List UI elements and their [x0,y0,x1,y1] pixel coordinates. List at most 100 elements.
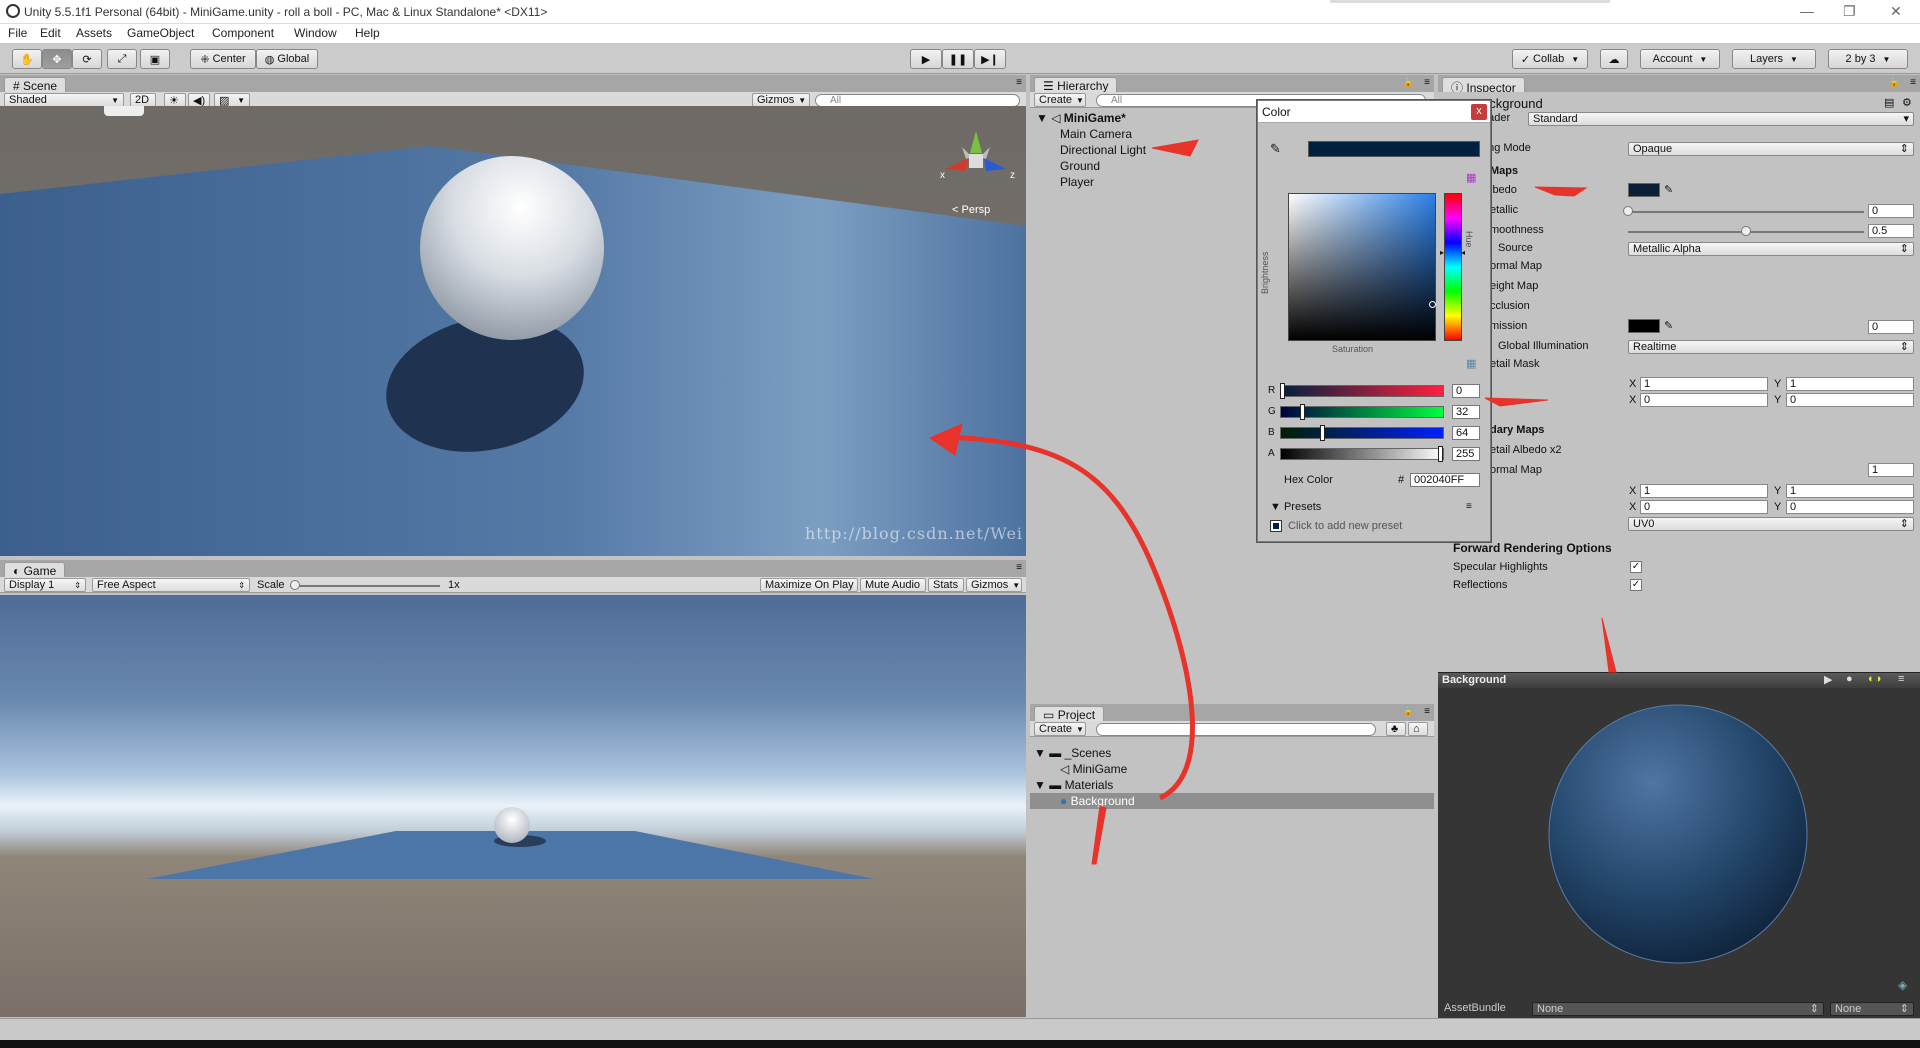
color-mode-icon[interactable]: ▦ [1466,171,1476,184]
detail-normal-value-field[interactable]: 1 [1868,463,1914,477]
preset-swatch-icon[interactable] [1270,520,1282,532]
offset-x-field[interactable]: 0 [1640,393,1768,407]
presets-hint[interactable]: Click to add new preset [1288,520,1402,532]
preview-light-icon[interactable]: ◐◑ [1868,673,1881,685]
tab-scene[interactable]: # Scene [4,77,67,93]
menu-window[interactable]: Window [294,26,337,40]
shading-dropdown[interactable]: Shaded ▼ [4,93,124,107]
tab-project[interactable]: ▭ Project [1034,706,1105,722]
camera-gizmo-icon[interactable] [104,106,144,116]
layers-dropdown[interactable]: Layers ▼ [1732,49,1816,69]
rotate-tool-button[interactable]: ⟳ [72,49,102,69]
channel-g-value[interactable]: 32 [1452,405,1480,419]
play-preview-icon[interactable]: ▶ [1824,673,1832,686]
settings-gear-icon[interactable]: ⚙ [1902,96,1912,109]
hierarchy-item-directional-light[interactable]: Directional Light [1060,143,1146,157]
restore-icon[interactable]: ❐ [1843,3,1856,20]
channel-b-slider[interactable] [1280,425,1444,441]
preview-shape-icon[interactable]: ● [1846,673,1853,685]
panel-menu-icon[interactable]: ≡ [1910,77,1916,88]
close-icon[interactable]: ✕ [1890,3,1902,20]
cloud-button[interactable]: ☁ [1600,49,1628,69]
tiling-x-field[interactable]: 1 [1640,377,1768,391]
menu-help[interactable]: Help [355,26,380,40]
hierarchy-item-ground[interactable]: Ground [1060,159,1100,173]
game-viewport[interactable] [0,595,1026,1017]
folder-materials[interactable]: ▼ ▬ Materials [1034,778,1113,792]
color-picker-close-button[interactable]: x [1471,104,1487,120]
filter-label-button[interactable]: ⌂ [1408,722,1428,736]
aspect-dropdown[interactable]: Free Aspect ⇕ [92,578,250,592]
folder-scenes[interactable]: ▼ ▬ _Scenes [1034,746,1111,760]
channel-r-slider[interactable] [1280,383,1444,399]
hue-slider[interactable]: ▸ ◂ [1440,193,1465,341]
emission-color-swatch[interactable] [1628,319,1660,333]
move-tool-button[interactable]: ✥ [42,49,72,69]
panel-menu-icon[interactable]: ≡ [1016,562,1022,573]
color-picker-header[interactable]: Color x [1258,101,1490,123]
channel-r-value[interactable]: 0 [1452,384,1480,398]
hierarchy-create-dropdown[interactable]: Create ▼ [1034,93,1086,107]
channel-b-thumb[interactable] [1319,425,1325,441]
game-gizmos-dropdown[interactable]: Gizmos ▼ [966,578,1022,592]
scene-root[interactable]: ▼ ◁ MiniGame* [1036,111,1126,125]
shader-dropdown[interactable]: Standard ▾ [1528,112,1914,126]
project-create-dropdown[interactable]: Create ▼ [1034,722,1086,736]
step-button[interactable]: ▶❙ [974,49,1006,69]
menu-assets[interactable]: Assets [76,26,112,40]
project-search-input[interactable] [1096,723,1376,736]
asset-background-material-row[interactable]: ● Background [1030,793,1434,809]
audio-toggle[interactable]: ◀) [188,93,210,107]
pivot-center-button[interactable]: ⁜ Center [190,49,256,69]
metallic-value-field[interactable]: 0 [1868,204,1914,218]
channel-r-thumb[interactable] [1280,383,1285,399]
offset2-x-field[interactable]: 0 [1640,500,1768,514]
asset-background-material[interactable]: ● Background [1060,794,1135,808]
color-picker-window[interactable]: Color x ✎ ▦ Brightness Saturation ▸ ◂ Hu… [1257,100,1491,542]
scene-viewport[interactable]: y x z < Persp 🔒 [0,106,1026,556]
panel-menu-icon[interactable]: ≡ [1424,706,1430,717]
space-global-button[interactable]: ◍ Global [256,49,318,69]
channel-a-thumb[interactable] [1438,446,1443,462]
uv-set-dropdown[interactable]: UV0 ⇕ [1628,517,1914,531]
asset-minigame-scene[interactable]: ◁ MiniGame [1060,762,1127,776]
metallic-slider[interactable] [1628,211,1864,213]
channel-g-slider[interactable] [1280,404,1444,420]
hierarchy-item-main-camera[interactable]: Main Camera [1060,127,1132,141]
source-dropdown[interactable]: Metallic Alpha ⇕ [1628,242,1914,256]
hierarchy-item-player[interactable]: Player [1060,175,1094,189]
panel-menu-icon[interactable]: ≡ [1424,77,1430,88]
scene-gizmos-dropdown[interactable]: Gizmos ▼ [752,93,810,107]
rendering-mode-dropdown[interactable]: Opaque ⇕ [1628,142,1914,156]
eyedropper-icon[interactable]: ✎ [1664,183,1673,196]
lock-icon[interactable]: 🔒 [1403,706,1414,717]
assetbundle-variant-dropdown[interactable]: None ⇕ [1830,1002,1914,1016]
player-sphere[interactable] [420,156,604,340]
maximize-on-play-toggle[interactable]: Maximize On Play [760,578,858,592]
presets-header[interactable]: ▼ Presets [1270,501,1321,513]
eyedropper-icon[interactable]: ✎ [1270,141,1281,157]
material-preview[interactable]: ◈ [1438,688,1920,1000]
sv-cursor[interactable] [1429,301,1436,308]
menu-gameobject[interactable]: GameObject [127,26,194,40]
scale-slider-thumb[interactable] [290,580,300,590]
tiling2-y-field[interactable]: 1 [1786,484,1914,498]
menu-file[interactable]: File [8,26,27,40]
filter-type-button[interactable]: ♣ [1386,722,1406,736]
hex-color-input[interactable]: 002040FF [1410,473,1480,487]
channel-g-thumb[interactable] [1299,404,1305,420]
stats-toggle[interactable]: Stats [928,578,964,592]
play-button[interactable]: ▶ [910,49,942,69]
metallic-slider-thumb[interactable] [1623,206,1633,216]
scale-slider[interactable] [290,585,440,587]
albedo-color-swatch[interactable] [1628,183,1660,197]
slider-mode-icon[interactable]: ▦ [1466,357,1476,370]
account-dropdown[interactable]: Account ▼ [1640,49,1720,69]
help-book-icon[interactable]: ▤ [1884,96,1894,109]
display-dropdown[interactable]: Display 1 ⇕ [4,578,86,592]
lock-icon[interactable]: 🔒 [1889,77,1900,88]
channel-a-value[interactable]: 255 [1452,447,1480,461]
channel-a-slider[interactable] [1280,446,1444,462]
offset-y-field[interactable]: 0 [1786,393,1914,407]
lock-icon[interactable]: 🔒 [1403,77,1414,88]
